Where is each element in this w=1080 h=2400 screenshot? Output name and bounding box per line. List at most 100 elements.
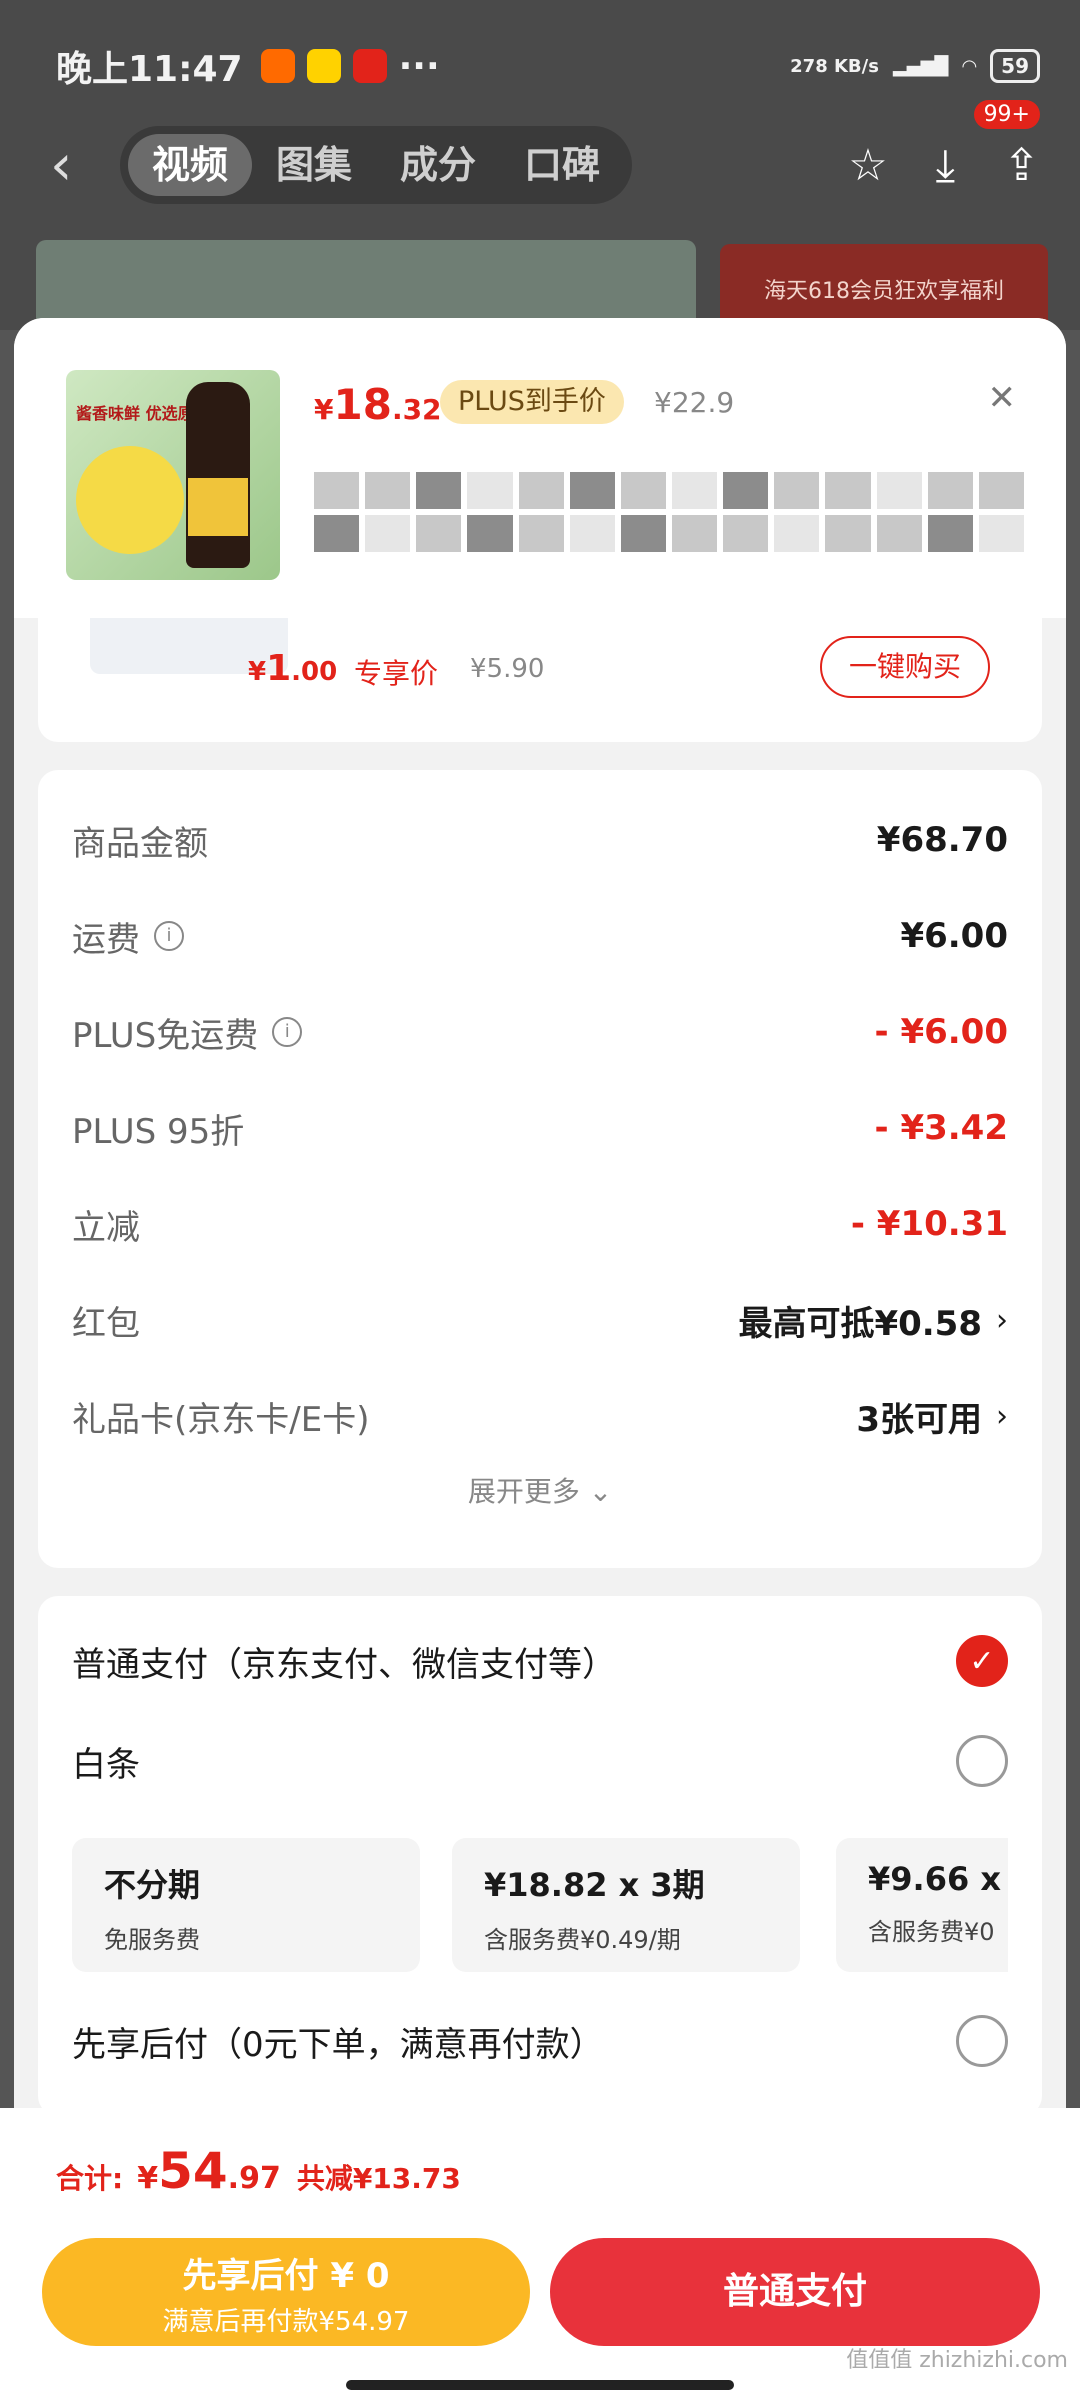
installment-plan[interactable]: ¥18.82 x 3期 含服务费¥0.49/期 bbox=[452, 1838, 800, 1972]
upsell-tag: 专享价 bbox=[354, 657, 439, 690]
expand-more-button[interactable]: 展开更多 ⌄ bbox=[38, 1470, 1042, 1510]
status-time: 晚上11:47 bbox=[56, 49, 243, 90]
watermark: 值值值 zhizhizhi.com bbox=[846, 2348, 1068, 2373]
signal-icon: ▂▄▆█ bbox=[892, 55, 949, 77]
summary-label: 商品金额 bbox=[72, 823, 208, 864]
plan-subtitle: 含服务费¥0 bbox=[868, 1918, 995, 1946]
product-bottle bbox=[186, 382, 250, 568]
plan-subtitle: 免服务费 bbox=[104, 1926, 200, 1954]
tab-ingredients[interactable]: 成分 bbox=[376, 134, 500, 196]
summary-label: 运费 bbox=[72, 919, 140, 960]
one-click-buy-button[interactable]: 一键购买 bbox=[820, 636, 990, 698]
summary-label: PLUS 95折 bbox=[72, 1111, 245, 1152]
status-bar: 晚上11:47 ··· 278 KB/s ▂▄▆█ ◠ 59 bbox=[56, 36, 1040, 96]
product-image-circle bbox=[76, 446, 184, 554]
payment-option-pay-later[interactable]: 先享后付（0元下单，满意再付款） bbox=[72, 2006, 1008, 2076]
pay-later-label: 先享后付 ¥ 0 bbox=[182, 2256, 390, 2296]
radio-button[interactable] bbox=[956, 1735, 1008, 1787]
summary-row: 商品金额 ¥68.70 bbox=[72, 810, 1008, 870]
media-tabs: 视频 图集 成分 口碑 bbox=[120, 126, 633, 204]
summary-row: 立减 - ¥10.31 bbox=[72, 1194, 1008, 1254]
product-bottle-label bbox=[188, 478, 248, 536]
summary-value: 最高可抵¥0.58 bbox=[738, 1303, 982, 1344]
info-icon[interactable]: i bbox=[272, 1017, 303, 1047]
upsell-card: ¥ 1 .00 专享价 ¥5.90 一键购买 bbox=[38, 618, 1042, 742]
pay-later-button[interactable]: 先享后付 ¥ 0 满意后再付款¥54.97 bbox=[42, 2238, 530, 2346]
app-icon bbox=[260, 49, 295, 83]
nav-actions: ☆ ⤓ ⇪ 99+ bbox=[848, 99, 1040, 191]
info-icon[interactable]: i bbox=[154, 921, 184, 951]
price-integer: 18 bbox=[333, 380, 392, 429]
original-price: ¥22.9 bbox=[654, 386, 735, 419]
normal-pay-button[interactable]: 普通支付 bbox=[550, 2238, 1040, 2346]
payment-option-label: 白条 bbox=[72, 1744, 140, 1785]
summary-value: - ¥6.00 bbox=[874, 1012, 1009, 1052]
tab-reviews[interactable]: 口碑 bbox=[500, 134, 624, 196]
share-icon[interactable]: ⇪ bbox=[1003, 140, 1040, 191]
summary-row-red-packet[interactable]: 红包 最高可抵¥0.58 › bbox=[72, 1290, 1008, 1350]
currency-symbol: ¥ bbox=[137, 2161, 159, 2196]
price-decimal: .32 bbox=[391, 393, 442, 426]
product-header: 酱香味鲜 优选原料 ¥ 18 .32 PLUS到手价 ¥22.9 ✕ bbox=[14, 318, 1066, 618]
price-integer: 1 bbox=[266, 648, 292, 689]
message-badge: 99+ bbox=[973, 99, 1040, 129]
total-decimal: .97 bbox=[227, 2161, 281, 2196]
app-icon bbox=[306, 49, 341, 83]
summary-value: ¥6.00 bbox=[900, 916, 1008, 956]
download-icon[interactable]: ⤓ bbox=[936, 140, 955, 191]
summary-row-gift-card[interactable]: 礼品卡(京东卡/E卡) 3张可用 › bbox=[72, 1386, 1008, 1446]
summary-row: PLUS免运费 i - ¥6.00 bbox=[72, 1002, 1008, 1062]
upsell-original-price: ¥5.90 bbox=[470, 654, 545, 684]
summary-row: PLUS 95折 - ¥3.42 bbox=[72, 1098, 1008, 1158]
payment-option-label: 先享后付（0元下单，满意再付款） bbox=[72, 2024, 604, 2065]
total-label: 合计: bbox=[56, 2162, 124, 2195]
radio-button[interactable] bbox=[956, 2015, 1008, 2067]
summary-label: 红包 bbox=[72, 1303, 140, 1344]
summary-value: - ¥3.42 bbox=[874, 1108, 1009, 1148]
chevron-right-icon: › bbox=[996, 1302, 1008, 1338]
price-summary: 商品金额 ¥68.70 运费 i ¥6.00 PLUS免运费 i - ¥6.00 P… bbox=[38, 770, 1042, 1568]
top-nav: ‹ 视频 图集 成分 口碑 ☆ ⤓ ⇪ 99+ bbox=[50, 99, 1040, 208]
pay-later-sublabel: 满意后再付款¥54.97 bbox=[162, 2307, 410, 2337]
plan-title: 不分期 bbox=[104, 1866, 201, 1904]
payment-option-baitiao[interactable]: 白条 bbox=[72, 1726, 1008, 1796]
payment-option-normal[interactable]: 普通支付（京东支付、微信支付等） ✓ bbox=[72, 1626, 1008, 1696]
installment-plan[interactable]: 不分期 免服务费 bbox=[72, 1838, 420, 1972]
back-icon[interactable]: ‹ bbox=[50, 133, 120, 198]
wifi-icon: ◠ bbox=[962, 55, 977, 77]
upsell-price: ¥ 1 .00 bbox=[248, 648, 337, 689]
tab-video[interactable]: 视频 bbox=[128, 134, 253, 196]
price-decimal: .00 bbox=[291, 657, 338, 687]
order-total: 合计: ¥ 54 .97 共减¥13.73 bbox=[56, 2142, 461, 2200]
close-icon[interactable]: ✕ bbox=[988, 378, 1017, 418]
plan-title: ¥9.66 x bbox=[868, 1860, 1001, 1898]
plan-title: ¥18.82 x 3期 bbox=[484, 1866, 705, 1904]
product-image: 酱香味鲜 优选原料 bbox=[66, 370, 280, 580]
blurred-product-title bbox=[314, 472, 1024, 552]
check-icon[interactable]: ✓ bbox=[956, 1635, 1008, 1687]
installment-plans: 不分期 免服务费 ¥18.82 x 3期 含服务费¥0.49/期 ¥9.66 x… bbox=[72, 1838, 1008, 1974]
currency-symbol: ¥ bbox=[248, 657, 267, 687]
summary-label: 立减 bbox=[72, 1207, 140, 1248]
total-integer: 54 bbox=[158, 2142, 228, 2200]
home-indicator[interactable] bbox=[346, 2380, 734, 2390]
battery-indicator: 59 bbox=[990, 49, 1040, 83]
summary-value: 3张可用 bbox=[856, 1399, 982, 1440]
summary-row: 运费 i ¥6.00 bbox=[72, 906, 1008, 966]
star-icon[interactable]: ☆ bbox=[848, 140, 887, 191]
tab-gallery[interactable]: 图集 bbox=[252, 134, 376, 196]
summary-value: ¥68.70 bbox=[876, 820, 1008, 860]
total-saved: 共减¥13.73 bbox=[296, 2162, 461, 2195]
summary-label: PLUS免运费 bbox=[72, 1015, 259, 1056]
net-speed: 278 KB/s bbox=[790, 55, 879, 77]
app-icon bbox=[352, 49, 387, 83]
payment-option-label: 普通支付（京东支付、微信支付等） bbox=[72, 1644, 616, 1685]
chevron-right-icon: › bbox=[996, 1398, 1008, 1434]
checkout-sheet: 酱香味鲜 优选原料 ¥ 18 .32 PLUS到手价 ¥22.9 ✕ ¥ 1 .… bbox=[14, 318, 1066, 2400]
product-price: ¥ 18 .32 bbox=[314, 380, 442, 429]
installment-plan[interactable]: ¥9.66 x 含服务费¥0 bbox=[836, 1838, 1008, 1972]
summary-value: - ¥10.31 bbox=[850, 1204, 1008, 1244]
plus-price-tag: PLUS到手价 bbox=[440, 380, 624, 424]
plan-subtitle: 含服务费¥0.49/期 bbox=[484, 1926, 681, 1954]
summary-label: 礼品卡(京东卡/E卡) bbox=[72, 1399, 370, 1440]
